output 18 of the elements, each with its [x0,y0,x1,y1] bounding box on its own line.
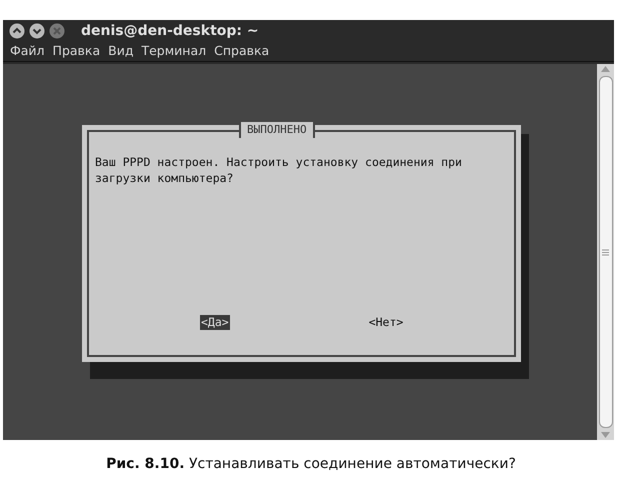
grip-icon [602,248,609,256]
dialog-button[interactable]: <Нет> [368,315,404,330]
dialog-button[interactable]: <Да> [200,315,230,330]
dialog-title: ВЫПОЛНЕНО [239,122,315,138]
dialog-message: Ваш PPPD настроен. Настроить установку соединения при загрузки компьютера? [95,154,463,186]
scroll-up-icon[interactable] [601,66,610,72]
menu-item[interactable]: Правка [52,42,100,61]
scroll-down-icon[interactable] [601,432,610,438]
close-icon[interactable] [49,23,65,39]
minimize-icon[interactable] [9,23,25,39]
scroll-thumb[interactable] [598,76,612,428]
menu-item[interactable]: Справка [214,42,270,61]
figure-caption: Рис. 8.10. Устанавливать соединение автоматически? [105,455,517,474]
menu-item[interactable]: Вид [108,42,134,61]
menu-item[interactable]: Терминал [141,42,206,61]
window-title: denis@den-desktop: ~ [81,22,259,40]
menu-item[interactable]: Файл [10,42,45,61]
maximize-icon[interactable] [29,23,45,39]
